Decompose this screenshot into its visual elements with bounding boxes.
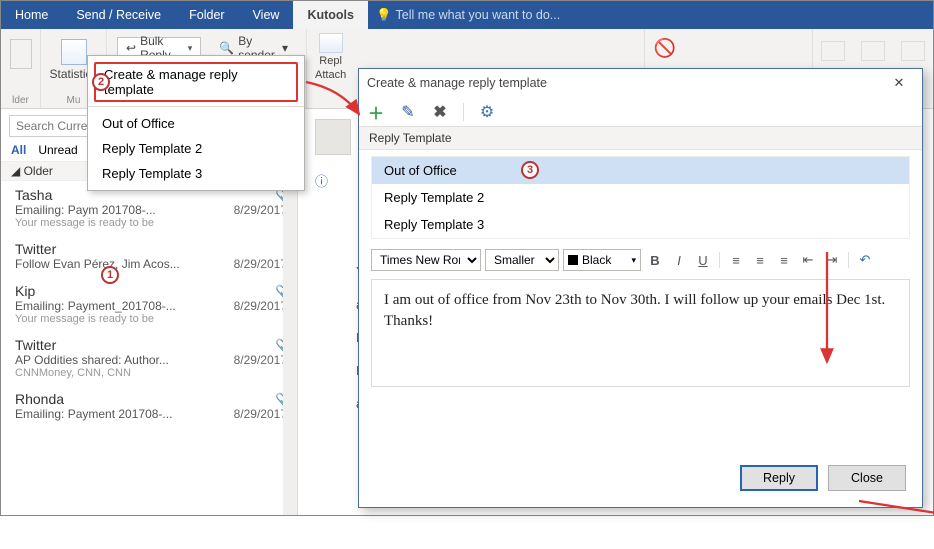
attach-label: Attach xyxy=(315,69,346,81)
msg-date: 8/29/2017 xyxy=(226,257,287,271)
align-right-button[interactable]: ≡ xyxy=(774,250,794,270)
filter-unread[interactable]: Unread xyxy=(38,143,77,157)
tab-folder[interactable]: Folder xyxy=(175,1,238,29)
statistics-icon xyxy=(61,39,87,65)
menu-separator xyxy=(88,106,304,107)
msg-from: Kip xyxy=(15,283,35,299)
msg-date: 8/29/2017 xyxy=(226,299,287,313)
align-left-button[interactable]: ≡ xyxy=(726,250,746,270)
bulb-icon: 💡 xyxy=(376,8,392,23)
chevron-down-icon: ▾ xyxy=(282,41,288,55)
template-label: Out of Office xyxy=(384,163,457,178)
msg-subject: Emailing: Payment 201708-... xyxy=(15,407,226,421)
dialog-title: Create & manage reply template xyxy=(367,76,547,90)
msg-subject: AP Oddities shared: Author... xyxy=(15,353,226,367)
msg-subject: Emailing: Payment_201708-... xyxy=(15,299,226,313)
msg-from: Twitter xyxy=(15,337,56,353)
underline-button[interactable]: U xyxy=(693,250,713,270)
edit-template-button[interactable]: ✎ xyxy=(399,103,417,121)
msg-subject: Follow Evan Pérez, Jim Acos... xyxy=(15,257,226,271)
dialog-toolbar: ＋ ✎ ✖ ⚙ xyxy=(359,97,922,127)
reply-all-button[interactable]: Repl Attach xyxy=(307,29,354,108)
delete-template-button[interactable]: ✖ xyxy=(431,103,449,121)
format-toolbar: Times New Roman Smaller Black▾ B I U ≡ ≡… xyxy=(371,249,910,271)
msg-preview: CNNMoney, CNN, CNN xyxy=(15,367,287,379)
reply-all-label: Repl xyxy=(319,55,342,67)
italic-button[interactable]: I xyxy=(669,250,689,270)
close-dialog-button[interactable]: Close xyxy=(828,465,906,491)
msg-preview: Your message is ready to be xyxy=(15,217,287,229)
menu-item-label: Create & manage reply template xyxy=(104,67,238,97)
msg-preview: Your message is ready to be xyxy=(15,313,287,325)
delete-icon: ✖ xyxy=(433,102,446,122)
list-item[interactable]: Twitter Follow Evan Pérez, Jim Acos...8/… xyxy=(1,235,297,277)
info-icon: ⓘ xyxy=(315,171,335,191)
template-body-editor[interactable]: I am out of office from Nov 23th to Nov … xyxy=(371,279,910,387)
msg-from: Rhonda xyxy=(15,391,64,407)
group-label-lder: lder xyxy=(11,95,30,108)
align-center-button[interactable]: ≡ xyxy=(750,250,770,270)
misc-icon xyxy=(821,41,845,61)
reply-all-icon xyxy=(319,33,343,53)
tell-me-text: Tell me what you want to do... xyxy=(396,8,561,22)
menu-reply-template-3[interactable]: Reply Template 3 xyxy=(88,161,304,186)
msg-date: 8/29/2017 xyxy=(226,407,287,421)
close-icon: ✕ xyxy=(894,75,905,91)
tab-kutools[interactable]: Kutools xyxy=(293,1,368,29)
undo-button[interactable]: ↶ xyxy=(855,250,875,270)
dialog-buttons: Reply Close xyxy=(359,451,922,507)
font-family-select[interactable]: Times New Roman xyxy=(371,249,481,271)
reply-button[interactable]: Reply xyxy=(740,465,818,491)
dialog-titlebar: Create & manage reply template ✕ xyxy=(359,69,922,97)
msg-from: Tasha xyxy=(15,187,52,203)
tell-me-box[interactable]: 💡 Tell me what you want to do... xyxy=(368,8,560,23)
msg-from: Twitter xyxy=(15,241,56,257)
add-template-button[interactable]: ＋ xyxy=(367,103,385,121)
search-icon: 🔍 xyxy=(219,41,234,55)
menu-create-manage-template[interactable]: 2 Create & manage reply template xyxy=(94,62,298,102)
step-badge-1: 1 xyxy=(101,266,119,284)
color-swatch xyxy=(568,255,578,265)
left-truncated-group[interactable] xyxy=(11,33,30,69)
indent-button[interactable]: ⇥ xyxy=(822,250,842,270)
template-list-header: Reply Template xyxy=(359,127,922,150)
tab-sendreceive[interactable]: Send / Receive xyxy=(62,1,175,29)
pencil-icon: ✎ xyxy=(401,102,414,122)
msg-subject: Emailing: Paym 201708-... xyxy=(15,203,226,217)
filter-all[interactable]: All xyxy=(11,143,26,157)
template-reply-2[interactable]: Reply Template 2 xyxy=(372,184,909,211)
menu-reply-template-2[interactable]: Reply Template 2 xyxy=(88,136,304,161)
font-size-select[interactable]: Smaller xyxy=(485,249,559,271)
misc-icon xyxy=(901,41,925,61)
misc-icon xyxy=(861,41,885,61)
chevron-down-icon: ▾ xyxy=(188,43,193,54)
settings-button[interactable]: ⚙ xyxy=(478,103,496,121)
list-item[interactable]: Rhonda📎 Emailing: Payment 201708-...8/29… xyxy=(1,385,297,427)
outdent-button[interactable]: ⇤ xyxy=(798,250,818,270)
list-item[interactable]: Kip📎 Emailing: Payment_201708-...8/29/20… xyxy=(1,277,297,331)
block-icon: 🚫 xyxy=(653,39,675,59)
bulk-reply-menu: 2 Create & manage reply template Out of … xyxy=(87,55,305,191)
bold-button[interactable]: B xyxy=(645,250,665,270)
manage-reply-template-dialog: Create & manage reply template ✕ ＋ ✎ ✖ ⚙… xyxy=(358,68,923,508)
ribbon-tabs: Home Send / Receive Folder View Kutools … xyxy=(1,1,933,29)
reply-icon: ↩ xyxy=(126,41,136,55)
color-name: Black xyxy=(582,253,611,267)
step-badge-3: 3 xyxy=(521,161,539,179)
plus-icon: ＋ xyxy=(368,100,384,124)
tab-view[interactable]: View xyxy=(239,1,294,29)
close-button[interactable]: ✕ xyxy=(884,72,914,94)
template-out-of-office[interactable]: Out of Office 3 xyxy=(372,157,909,184)
step-badge-2: 2 xyxy=(92,73,110,91)
msg-date: 8/29/2017 xyxy=(226,353,287,367)
template-list: Out of Office 3 Reply Template 2 Reply T… xyxy=(371,156,910,239)
tab-home[interactable]: Home xyxy=(1,1,62,29)
msg-date: 8/29/2017 xyxy=(226,203,287,217)
list-item[interactable]: Twitter📎 AP Oddities shared: Author...8/… xyxy=(1,331,297,385)
font-color-select[interactable]: Black▾ xyxy=(563,249,641,271)
gear-icon: ⚙ xyxy=(480,102,494,122)
template-reply-3[interactable]: Reply Template 3 xyxy=(372,211,909,238)
menu-out-of-office[interactable]: Out of Office xyxy=(88,111,304,136)
